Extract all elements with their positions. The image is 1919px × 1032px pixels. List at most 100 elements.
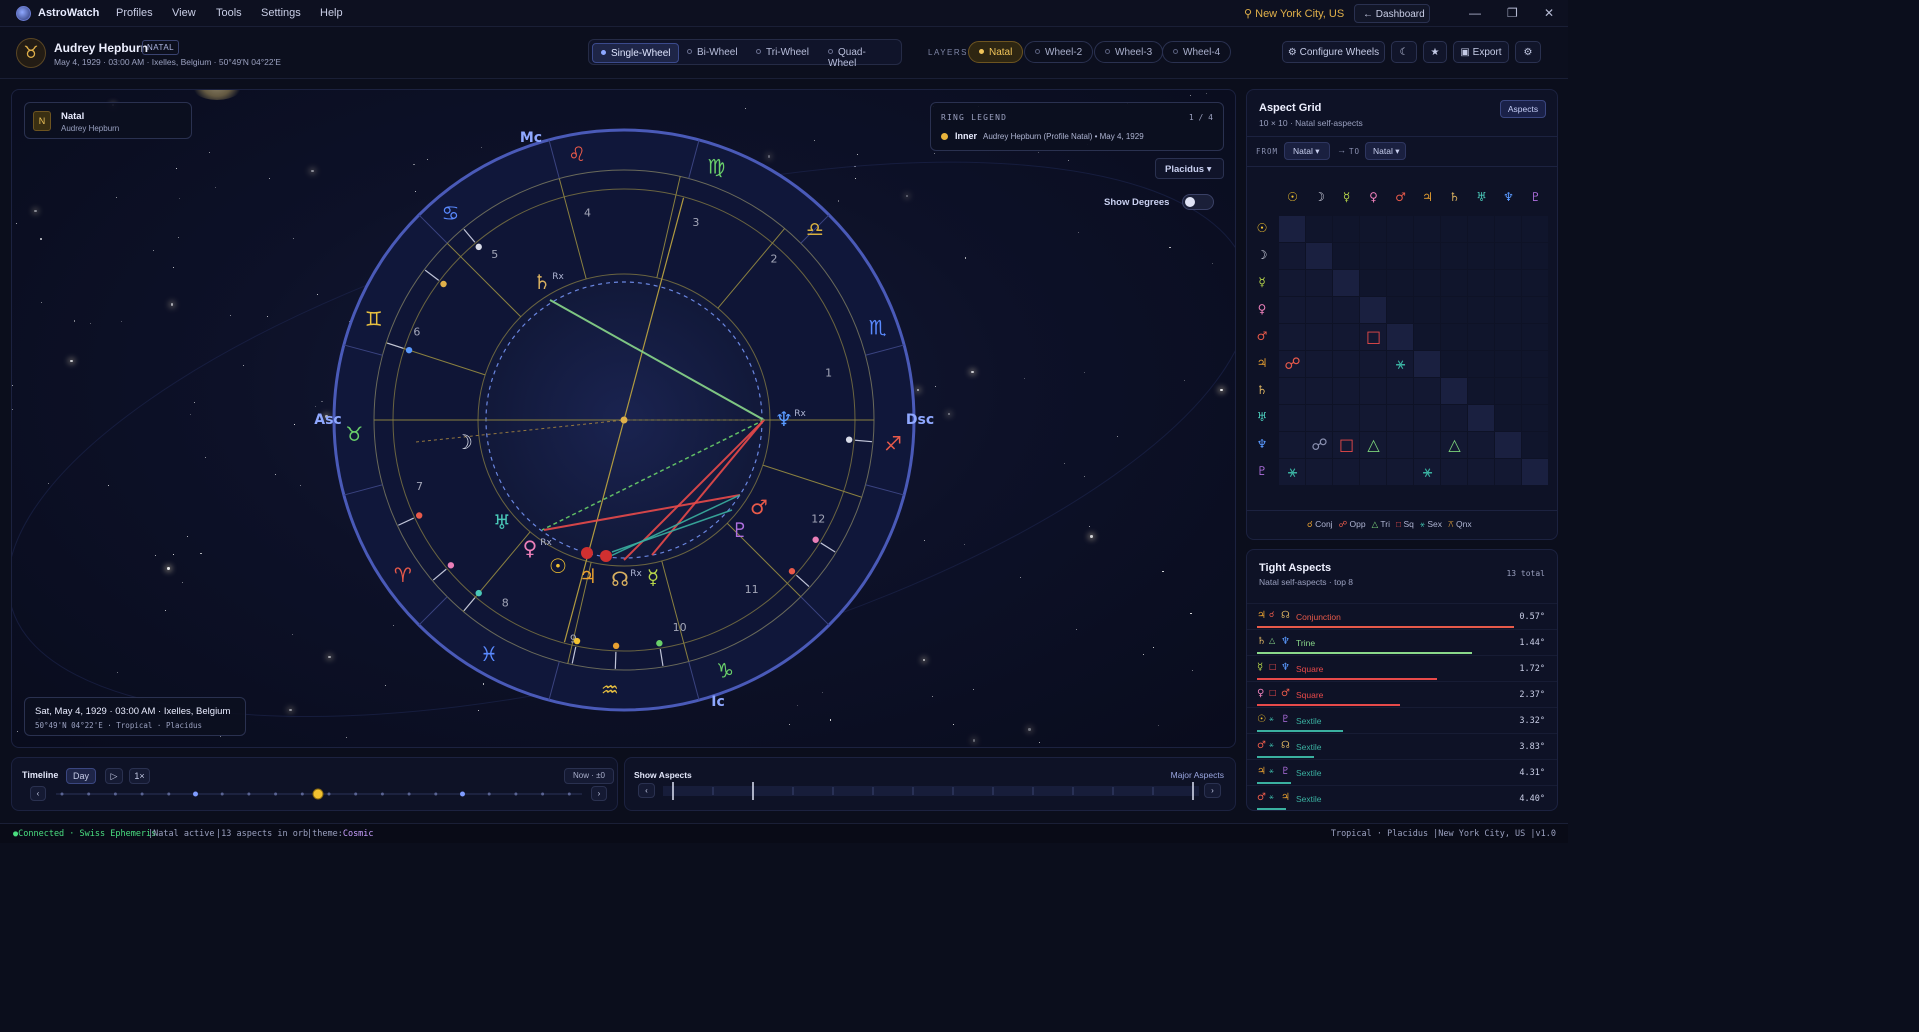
dashboard-button[interactable]: ← Dashboard: [1354, 4, 1430, 23]
aspect-row[interactable]: ☿ □ ♆ Square 1.72°: [1247, 655, 1557, 681]
export-button[interactable]: ▣ Export: [1453, 41, 1509, 63]
grid-cell[interactable]: [1387, 378, 1413, 404]
grid-cell[interactable]: [1333, 270, 1359, 296]
grid-cell[interactable]: [1468, 297, 1494, 323]
grid-cell[interactable]: [1441, 297, 1467, 323]
speed-button[interactable]: 1×: [129, 768, 150, 784]
timeline-thumb[interactable]: [312, 788, 324, 800]
grid-cell[interactable]: [1306, 378, 1332, 404]
grid-cell[interactable]: [1414, 378, 1440, 404]
grid-cell[interactable]: [1387, 297, 1413, 323]
configure-wheels-button[interactable]: ⚙ Configure Wheels: [1282, 41, 1385, 63]
grid-cell[interactable]: [1468, 270, 1494, 296]
grid-cell[interactable]: [1441, 459, 1467, 485]
aspect-row[interactable]: ♃ ☌ ☊ Conjunction 0.57°: [1247, 603, 1557, 629]
grid-cell[interactable]: [1414, 297, 1440, 323]
mode-single-wheel[interactable]: Single-Wheel: [592, 43, 680, 63]
timeline-next-icon[interactable]: ›: [591, 786, 607, 801]
menu-view[interactable]: View: [172, 7, 196, 19]
grid-cell[interactable]: [1360, 270, 1386, 296]
grid-cell[interactable]: [1387, 324, 1413, 350]
aspects-prev-icon[interactable]: ‹: [638, 783, 655, 798]
grid-cell[interactable]: [1441, 243, 1467, 269]
grid-cell[interactable]: [1441, 351, 1467, 377]
grid-cell[interactable]: [1414, 432, 1440, 458]
grid-cell[interactable]: [1468, 459, 1494, 485]
show-degrees-toggle[interactable]: [1182, 194, 1214, 210]
aspect-row[interactable]: ♂ ⚹ ♃ Sextile 4.40°: [1247, 785, 1557, 810]
grid-cell[interactable]: [1414, 324, 1440, 350]
grid-cell[interactable]: [1306, 324, 1332, 350]
aspect-row[interactable]: ♀ □ ♂ Square 2.37°: [1247, 681, 1557, 707]
grid-cell[interactable]: [1522, 378, 1548, 404]
minimize-icon[interactable]: —: [1469, 6, 1481, 20]
grid-cell[interactable]: [1306, 270, 1332, 296]
grid-cell[interactable]: [1414, 243, 1440, 269]
grid-cell[interactable]: [1414, 405, 1440, 431]
close-icon[interactable]: ✕: [1544, 6, 1554, 20]
grid-cell[interactable]: [1495, 297, 1521, 323]
menu-help[interactable]: Help: [320, 7, 343, 19]
layer-wheel-2[interactable]: Wheel-2: [1024, 41, 1094, 63]
grid-cell[interactable]: [1333, 351, 1359, 377]
grid-cell[interactable]: [1414, 351, 1440, 377]
grid-cell[interactable]: [1414, 216, 1440, 242]
grid-cell[interactable]: [1441, 378, 1467, 404]
grid-cell[interactable]: [1360, 405, 1386, 431]
grid-cell[interactable]: [1522, 405, 1548, 431]
play-icon[interactable]: ▷: [105, 768, 123, 784]
grid-cell[interactable]: [1522, 324, 1548, 350]
grid-cell[interactable]: [1306, 216, 1332, 242]
grid-cell[interactable]: [1306, 243, 1332, 269]
settings-icon[interactable]: ⚙: [1515, 41, 1541, 63]
grid-cell[interactable]: [1495, 351, 1521, 377]
grid-cell[interactable]: [1495, 459, 1521, 485]
grid-cell[interactable]: [1522, 243, 1548, 269]
grid-cell[interactable]: [1387, 432, 1413, 458]
menu-tools[interactable]: Tools: [216, 7, 242, 19]
grid-cell[interactable]: [1468, 378, 1494, 404]
grid-cell[interactable]: [1387, 216, 1413, 242]
grid-cell[interactable]: [1387, 459, 1413, 485]
layer-wheel-4[interactable]: Wheel-4: [1162, 41, 1232, 63]
grid-cell[interactable]: [1495, 216, 1521, 242]
grid-cell[interactable]: [1279, 432, 1305, 458]
grid-cell[interactable]: [1414, 270, 1440, 296]
menu-settings[interactable]: Settings: [261, 7, 301, 19]
grid-cell[interactable]: [1279, 270, 1305, 296]
aspects-slider[interactable]: [663, 782, 1199, 800]
aspect-row[interactable]: ☉ ⚹ ♇ Sextile 3.32°: [1247, 707, 1557, 733]
grid-cell[interactable]: [1468, 351, 1494, 377]
grid-cell[interactable]: [1333, 216, 1359, 242]
grid-cell[interactable]: [1468, 216, 1494, 242]
grid-cell[interactable]: [1468, 405, 1494, 431]
mode-tri-wheel[interactable]: Tri-Wheel: [748, 43, 817, 63]
star-favorite-icon[interactable]: ★: [1423, 41, 1447, 63]
grid-cell[interactable]: [1306, 459, 1332, 485]
chart-info-card[interactable]: N Natal Audrey Hepburn: [24, 102, 192, 139]
grid-cell[interactable]: [1387, 270, 1413, 296]
grid-cell[interactable]: [1360, 351, 1386, 377]
grid-cell[interactable]: [1333, 243, 1359, 269]
grid-cell[interactable]: [1333, 405, 1359, 431]
avatar[interactable]: ♉: [16, 38, 46, 68]
house-system-select[interactable]: Placidus ▾: [1155, 158, 1224, 179]
mode-bi-wheel[interactable]: Bi-Wheel: [679, 43, 746, 63]
grid-cell[interactable]: [1333, 297, 1359, 323]
mode-quad-wheel[interactable]: Quad-Wheel: [820, 43, 901, 69]
grid-cell[interactable]: [1441, 216, 1467, 242]
location-indicator[interactable]: ⚲ New York City, US: [1244, 7, 1344, 20]
grid-cell[interactable]: [1360, 297, 1386, 323]
chart-wheel[interactable]: ♐♏♎♍♌♋♊♉♈♓♒♑123456789101112Asc DscMcIc ♄ R…: [12, 90, 1236, 748]
grid-cell[interactable]: [1468, 243, 1494, 269]
timeline-prev-icon[interactable]: ‹: [30, 786, 46, 801]
grid-cell[interactable]: [1306, 297, 1332, 323]
grid-cell[interactable]: [1495, 378, 1521, 404]
grid-cell[interactable]: [1387, 405, 1413, 431]
maximize-icon[interactable]: ❐: [1507, 6, 1518, 20]
menu-profiles[interactable]: Profiles: [116, 7, 153, 19]
grid-cell[interactable]: [1306, 405, 1332, 431]
grid-cell[interactable]: [1495, 405, 1521, 431]
grid-cell[interactable]: [1495, 324, 1521, 350]
grid-cell[interactable]: [1495, 270, 1521, 296]
